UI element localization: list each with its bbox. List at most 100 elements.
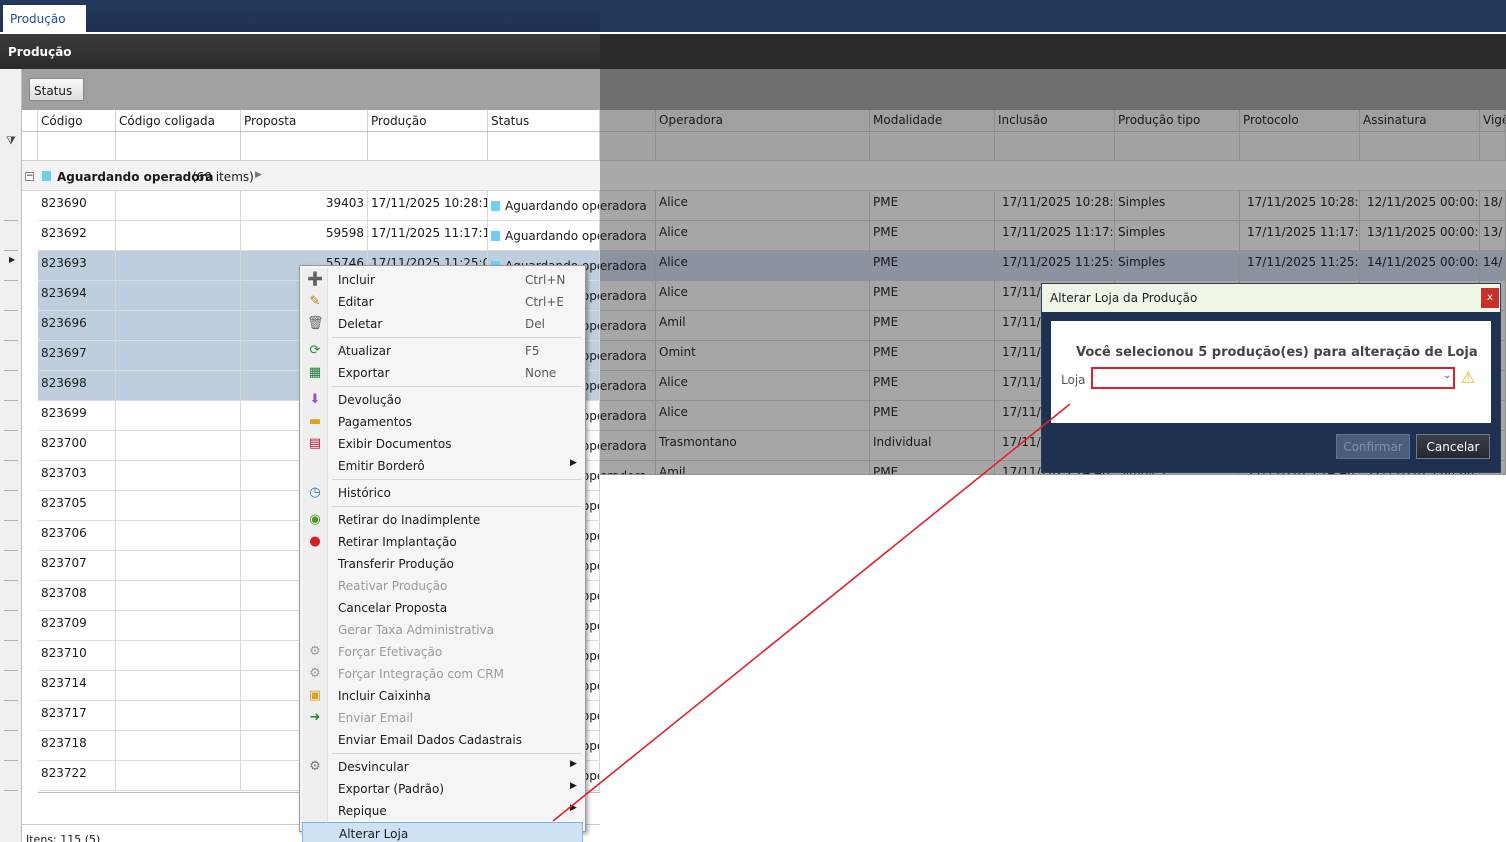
table-row[interactable]: 823690 39403 17/11/2025 10:28:18 Aguardando…: [38, 191, 600, 221]
cell-codigo: 823692: [38, 221, 116, 251]
filter-cell-modalidade[interactable]: [870, 132, 995, 161]
menu-item-desvincular[interactable]: ⚙ Desvincular ▶: [302, 756, 583, 778]
row-gutter-line: [4, 520, 18, 521]
cell-codigo: 823708: [38, 581, 116, 611]
cell-inclusao: 17/11/2025 10:28:18: [995, 191, 1115, 220]
chevron-down-icon[interactable]: ⌄: [1443, 370, 1451, 381]
cell-codigo: 823693: [38, 251, 116, 281]
menu-item-forcar-integracao-com-crm[interactable]: ⚙ Forçar Integração com CRM: [302, 663, 583, 685]
menu-item-incluir-caixinha[interactable]: ▣ Incluir Caixinha: [302, 685, 583, 707]
column-header-vigencia[interactable]: Vigê: [1480, 110, 1506, 132]
menu-item-gerar-taxa-administrativa[interactable]: Gerar Taxa Administrativa: [302, 619, 583, 641]
row-gutter-line: [4, 460, 18, 461]
warning-icon: ⚠: [1461, 368, 1476, 387]
menu-item-enviar-email-dados-cadastrais[interactable]: Enviar Email Dados Cadastrais: [302, 729, 583, 751]
menu-item-devolucao[interactable]: ⬇ Devolução: [302, 389, 583, 411]
filter-cell-codigo-coligada[interactable]: [116, 132, 241, 161]
column-header-codigo-coligada[interactable]: Código coligada: [116, 110, 241, 132]
menu-item-exibir-documentos[interactable]: ▤ Exibir Documentos: [302, 433, 583, 455]
group-chip-status[interactable]: Status: [29, 78, 84, 101]
filter-cell-status[interactable]: [488, 132, 600, 161]
close-icon[interactable]: x: [1481, 288, 1499, 308]
cell-proposta: 39403: [241, 191, 368, 221]
menu-item-cancelar-proposta[interactable]: Cancelar Proposta: [302, 597, 583, 619]
menu-item-label: Enviar Email Dados Cadastrais: [338, 733, 522, 747]
menu-separator: [332, 386, 581, 387]
table-row-overlay: Aguardando operadoraAlicePME17/11/2025 1…: [600, 251, 1506, 281]
cell-operadora: Alice: [656, 251, 870, 280]
cell-codigo-coligada: [116, 281, 241, 311]
column-header-operadora[interactable]: Operadora: [656, 110, 870, 132]
menu-item-reativar-producao[interactable]: Reativar Produção: [302, 575, 583, 597]
menu-item-exportar-padrao[interactable]: Exportar (Padrão) ▶: [302, 778, 583, 800]
filter-icon[interactable]: ⧩: [6, 134, 16, 148]
menu-item-historico[interactable]: ◷ Histórico: [302, 482, 583, 504]
cell-codigo: 823718: [38, 731, 116, 761]
menu-item-shortcut: F5: [525, 344, 540, 358]
menu-item-retirar-implantacao[interactable]: ● Retirar Implantação: [302, 531, 583, 553]
menu-item-pagamentos[interactable]: ▬ Pagamentos: [302, 411, 583, 433]
menu-item-alterar-loja[interactable]: Alterar Loja: [302, 822, 583, 842]
menu-item-retirar-do-inadimplente[interactable]: ◉ Retirar do Inadimplente: [302, 509, 583, 531]
menu-item-repique[interactable]: Repique ▶: [302, 800, 583, 822]
trash-icon: 🗑: [307, 316, 324, 331]
column-header-protocolo[interactable]: Protocolo: [1240, 110, 1360, 132]
filter-cell-inclusao[interactable]: [995, 132, 1115, 161]
gear-icon: ⚙: [309, 666, 321, 681]
column-header-producao-tipo[interactable]: Produção tipo: [1115, 110, 1240, 132]
menu-item-label: Cancelar Proposta: [338, 601, 448, 615]
tab-producao[interactable]: Produção: [3, 5, 86, 32]
filter-cell-producao[interactable]: [368, 132, 488, 161]
column-header-status[interactable]: Status: [488, 110, 600, 132]
column-header-producao[interactable]: Produção: [368, 110, 488, 132]
confirm-button[interactable]: Confirmar: [1336, 434, 1410, 459]
cancel-button[interactable]: Cancelar: [1416, 434, 1490, 459]
dialog-title: Alterar Loja da Produção: [1042, 284, 1500, 312]
column-header-codigo[interactable]: Código: [38, 110, 116, 132]
row-gutter-line: [4, 430, 18, 431]
filter-cell-assinatura[interactable]: [1360, 132, 1480, 161]
menu-item-incluir[interactable]: ➕ Incluir Ctrl+N: [302, 269, 583, 291]
column-header-inclusao[interactable]: Inclusão: [995, 110, 1115, 132]
menu-item-forcar-efetivacao[interactable]: ⚙ Forçar Efetivação: [302, 641, 583, 663]
filter-cell-codigo[interactable]: [38, 132, 116, 161]
cell-modalidade: PME: [870, 281, 995, 310]
column-header-proposta[interactable]: Proposta: [241, 110, 368, 132]
menu-item-exportar[interactable]: ▦ Exportar None: [302, 362, 583, 384]
menu-item-atualizar[interactable]: ⟳ Atualizar F5: [302, 340, 583, 362]
menu-item-enviar-email[interactable]: ➜ Enviar Email: [302, 707, 583, 729]
status-color-swatch: [491, 201, 500, 211]
group-collapse-toggle[interactable]: −: [25, 172, 34, 181]
menu-item-deletar[interactable]: 🗑 Deletar Del: [302, 313, 583, 335]
cell-codigo-coligada: [116, 431, 241, 461]
filter-cell-producao-tipo[interactable]: [1115, 132, 1240, 161]
cell-modalidade: PME: [870, 371, 995, 400]
menu-item-label: Editar: [338, 295, 374, 309]
filter-cell-protocolo[interactable]: [1240, 132, 1360, 161]
target-icon: ◉: [309, 512, 321, 527]
menu-item-emitir-bordero[interactable]: Emitir Borderô ▶: [302, 455, 583, 477]
cell-status-overflow: Aguardando operadora: [600, 431, 656, 460]
add-icon: ➕: [307, 272, 324, 287]
menu-item-label: Deletar: [338, 317, 383, 331]
menu-item-transferir-producao[interactable]: Transferir Produção: [302, 553, 583, 575]
loja-select[interactable]: ⌄: [1091, 367, 1455, 389]
cell-codigo-coligada: [116, 671, 241, 701]
cell-status-overflow: Aguardando operadora: [600, 281, 656, 310]
group-panel-overlay: [600, 69, 1506, 110]
row-gutter-line: [4, 670, 18, 671]
menu-item-editar[interactable]: ✎ Editar Ctrl+E: [302, 291, 583, 313]
menu-item-label: Incluir: [338, 273, 375, 287]
cell-codigo: 823710: [38, 641, 116, 671]
menu-item-label: Pagamentos: [338, 415, 412, 429]
table-row[interactable]: 823692 59598 17/11/2025 11:17:15 Aguardando…: [38, 221, 600, 251]
column-header-modalidade[interactable]: Modalidade: [870, 110, 995, 132]
cell-codigo: 823709: [38, 611, 116, 641]
group-expand-arrow-icon[interactable]: ▶: [255, 170, 262, 180]
filter-cell-proposta[interactable]: [241, 132, 368, 161]
filter-cell-vigencia[interactable]: [1480, 132, 1506, 161]
column-header-assinatura[interactable]: Assinatura: [1360, 110, 1480, 132]
context-menu: ➕ Incluir Ctrl+N ✎ Editar Ctrl+E 🗑 Deletar Del ⟳ A…: [299, 265, 586, 842]
filter-cell-operadora[interactable]: [656, 132, 870, 161]
cell-modalidade: PME: [870, 341, 995, 370]
